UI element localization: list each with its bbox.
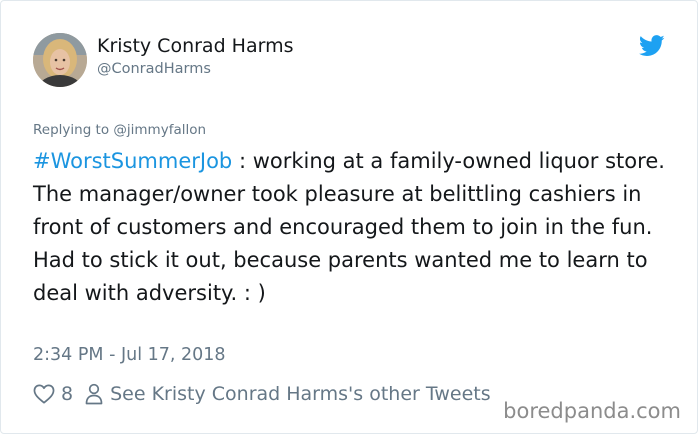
timestamp[interactable]: 2:34 PM - Jul 17, 2018 — [33, 345, 226, 365]
replying-to[interactable]: Replying to @jimmyfallon — [33, 122, 206, 138]
author-name[interactable]: Kristy Conrad Harms — [97, 35, 294, 57]
like-count: 8 — [61, 383, 74, 405]
avatar[interactable] — [33, 33, 87, 87]
twitter-bird-icon[interactable] — [639, 35, 665, 57]
heart-icon[interactable] — [33, 384, 55, 404]
person-icon — [85, 383, 103, 405]
watermark: boredpanda.com — [503, 399, 681, 423]
tweet-card: Kristy Conrad Harms @ConradHarms Replyin… — [0, 0, 698, 434]
tweet-actions: 8 See Kristy Conrad Harms's other Tweets — [33, 379, 491, 409]
other-tweets-link[interactable]: See Kristy Conrad Harms's other Tweets — [110, 383, 491, 405]
hashtag-link[interactable]: #WorstSummerJob — [33, 149, 232, 173]
author-handle[interactable]: @ConradHarms — [97, 61, 211, 77]
avatar-image — [33, 33, 87, 87]
tweet-text: #WorstSummerJob : working at a family-ow… — [33, 145, 669, 310]
